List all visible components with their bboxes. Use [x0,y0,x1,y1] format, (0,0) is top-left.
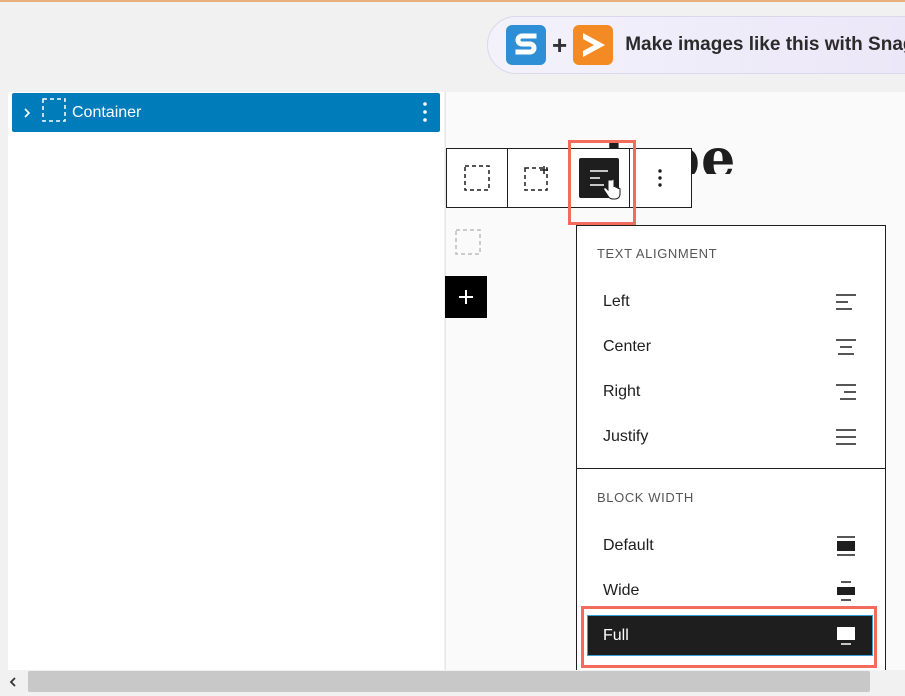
list-item-label: Container [72,103,142,121]
top-accent-line [0,0,905,2]
option-label: Right [603,382,641,400]
align-center-option[interactable]: Center [587,326,873,367]
option-label: Default [603,536,654,554]
width-wide-option[interactable]: Wide [587,570,873,611]
container-icon [464,165,490,191]
more-options-button[interactable] [630,149,690,207]
plus-icon [459,290,473,304]
horizontal-scrollbar[interactable] [0,670,905,696]
width-default-icon [837,535,855,556]
option-label: Left [603,292,630,310]
play-logo-icon [573,25,614,65]
block-type-button[interactable] [508,149,568,207]
more-options-icon[interactable] [422,101,428,128]
scroll-left-arrow-icon [9,677,16,687]
promo-banner[interactable]: + Make images like this with Snag [487,16,905,74]
align-right-option[interactable]: Right [587,371,873,412]
chevron-right-icon[interactable] [12,107,42,119]
align-justify-option[interactable]: Justify [587,416,873,457]
option-label: Center [603,337,652,355]
align-right-icon [836,383,856,400]
list-item-container[interactable]: Container [12,93,440,132]
snagit-logo-icon [506,25,546,65]
highlight-align-button [568,140,636,225]
highlight-full-option [581,606,877,668]
dropdown-divider [577,468,885,469]
container-add-icon [524,166,548,191]
block-width-heading: BLOCK WIDTH [597,490,694,505]
promo-plus: + [552,30,568,60]
option-label: Justify [603,427,649,445]
vertical-dots-icon [658,169,662,187]
block-placeholder-icon [455,229,481,260]
block-inserter-button[interactable] [445,276,487,318]
select-parent-button[interactable] [447,149,507,207]
scrollbar-thumb[interactable] [28,671,870,692]
list-view-panel: Container [8,92,444,670]
alignment-dropdown: TEXT ALIGNMENT Left Center Right Justify… [576,225,886,670]
align-left-icon [836,293,856,310]
container-icon [42,98,66,127]
text-alignment-heading: TEXT ALIGNMENT [597,246,718,261]
promo-text: Make images like this with Snag [625,34,905,55]
align-left-option[interactable]: Left [587,281,873,322]
width-wide-icon [837,580,855,601]
align-center-icon [836,338,856,355]
align-justify-icon [836,428,856,445]
option-label: Wide [603,581,640,599]
width-default-option[interactable]: Default [587,525,873,566]
